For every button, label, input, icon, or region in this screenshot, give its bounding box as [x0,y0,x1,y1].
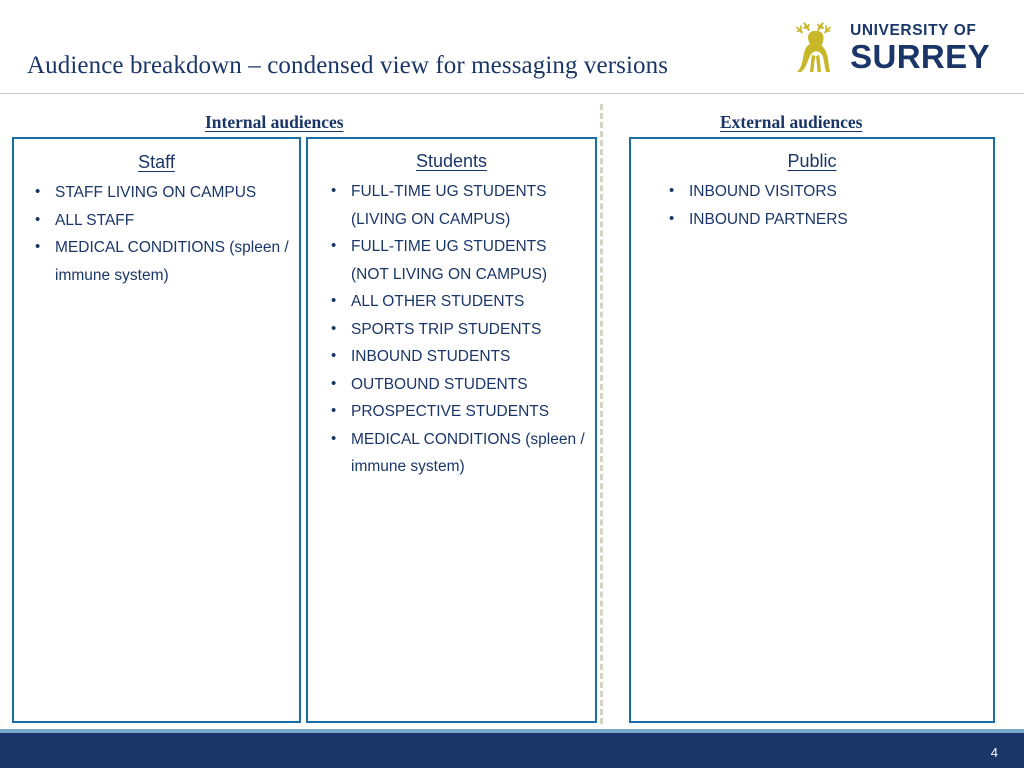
list-item: INBOUND VISITORS [660,177,983,206]
students-box-title: Students [415,151,488,171]
list-item: SPORTS TRIP STUDENTS [322,315,585,344]
logo-wordmark: UNIVERSITY OF SURREY [850,23,990,73]
students-bullet-list: FULL-TIME UG STUDENTS (LIVING ON CAMPUS)… [308,177,595,481]
staff-audience-box: Staff STAFF LIVING ON CAMPUS ALL STAFF M… [12,137,301,723]
list-item: PROSPECTIVE STUDENTS [322,397,585,426]
students-audience-box: Students FULL-TIME UG STUDENTS (LIVING O… [306,137,597,723]
slide-number: 4 [990,745,998,760]
vertical-dashed-divider [600,104,603,724]
external-audiences-heading: External audiences [720,112,863,132]
list-item: OUTBOUND STUDENTS [322,370,585,399]
list-item: INBOUND PARTNERS [660,205,983,234]
list-item: STAFF LIVING ON CAMPUS [26,178,289,207]
list-item: INBOUND STUDENTS [322,342,585,371]
list-item: MEDICAL CONDITIONS (spleen / immune syst… [26,233,289,289]
public-audience-box: Public INBOUND VISITORS INBOUND PARTNERS [629,137,995,723]
public-bullet-list: INBOUND VISITORS INBOUND PARTNERS [631,177,993,234]
footer-bar: 4 [0,733,1024,768]
logo-line-surrey: SURREY [850,37,990,75]
deer-icon [788,22,844,74]
list-item: FULL-TIME UG STUDENTS (LIVING ON CAMPUS) [322,177,585,233]
slide-header: Audience breakdown – condensed view for … [0,0,1024,94]
staff-box-title: Staff [138,152,175,172]
list-item: ALL STAFF [26,206,289,235]
staff-bullet-list: STAFF LIVING ON CAMPUS ALL STAFF MEDICAL… [14,178,299,289]
internal-audiences-heading: Internal audiences [205,112,344,132]
list-item: ALL OTHER STUDENTS [322,287,585,316]
page-title: Audience breakdown – condensed view for … [27,52,669,79]
logo-line-university-of: UNIVERSITY OF [850,22,977,40]
university-logo: UNIVERSITY OF SURREY [788,22,990,74]
public-box-title: Public [787,151,837,171]
list-item: FULL-TIME UG STUDENTS (NOT LIVING ON CAM… [322,232,585,288]
list-item: MEDICAL CONDITIONS (spleen / immune syst… [322,425,585,481]
